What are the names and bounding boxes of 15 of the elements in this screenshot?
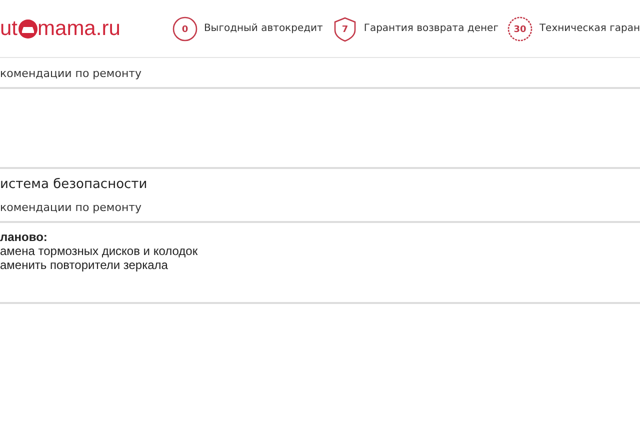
- feature-label: Техническая гаран: [539, 23, 640, 34]
- car-logo-icon: [18, 18, 38, 38]
- circle-badge-icon: 0: [172, 16, 198, 42]
- logo-text: mama.ru: [38, 16, 120, 40]
- feature-label: Выгодный автокредит: [204, 23, 323, 34]
- section-subtitle: комендации по ремонту: [0, 58, 640, 89]
- seal-badge-icon: 30: [507, 16, 534, 42]
- list-item: амена тормозных дисков и колодок: [0, 244, 199, 258]
- section-subtitle: комендации по ремонту: [0, 192, 640, 223]
- logo-text: ut: [0, 16, 18, 40]
- feature-label: Гарантия возврата денег: [364, 23, 498, 34]
- list-heading: ланово:: [0, 230, 48, 244]
- list-item: аменить повторители зеркала: [0, 258, 169, 272]
- section-title: истема безопасности: [0, 176, 148, 192]
- shield-badge-icon: 7: [332, 16, 358, 42]
